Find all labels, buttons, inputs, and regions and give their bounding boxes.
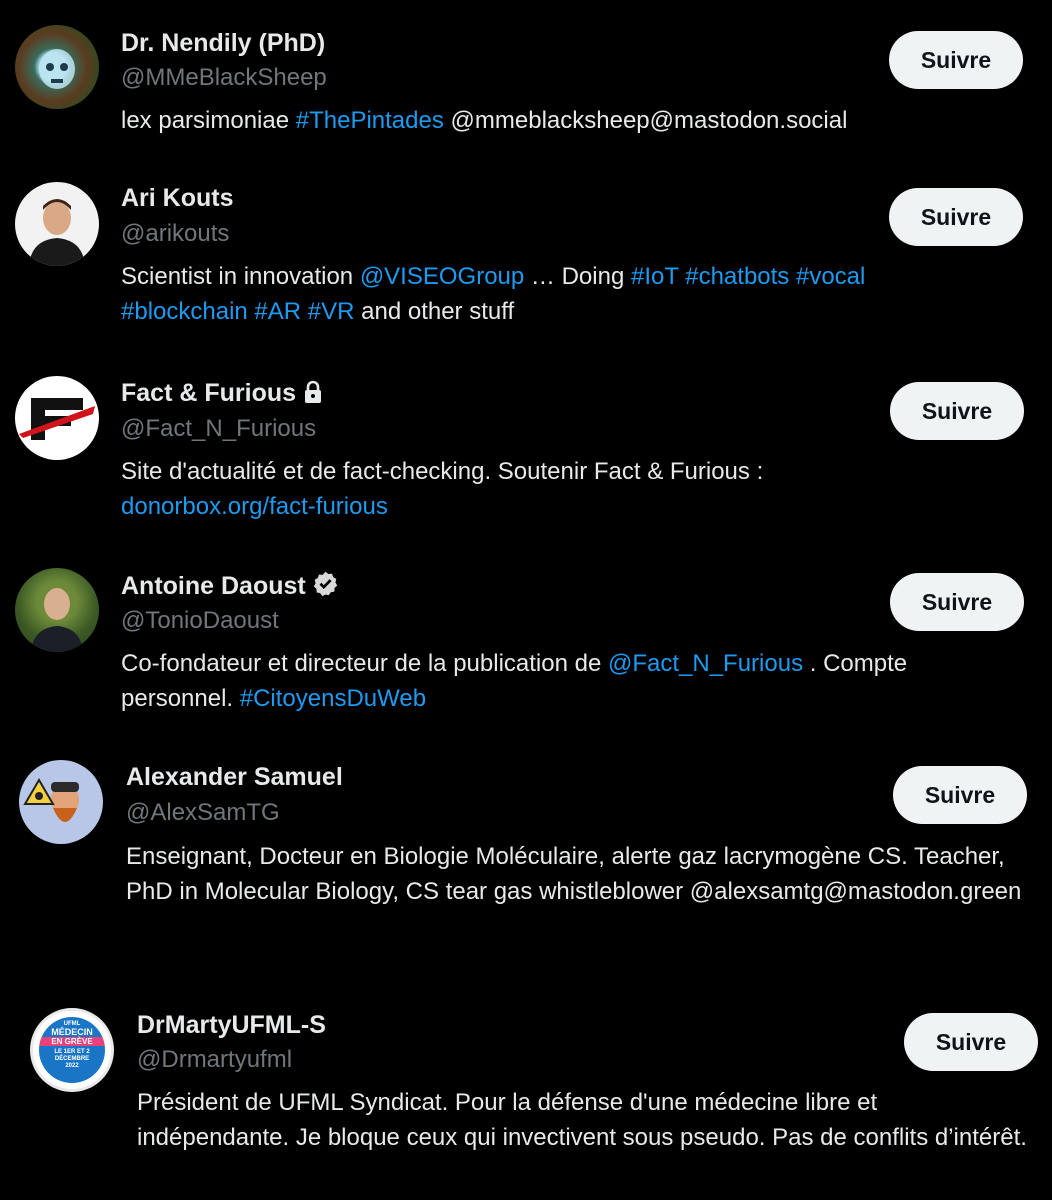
- avatar-badge-line1: MÉDECIN: [51, 1027, 93, 1037]
- display-name[interactable]: Ari Kouts: [121, 183, 234, 213]
- bio-link[interactable]: donorbox.org/fact-furious: [121, 493, 388, 520]
- avatar[interactable]: [15, 568, 99, 652]
- bio-text: Site d'actualité et de fact-checking. So…: [121, 458, 764, 485]
- display-name[interactable]: Antoine Daoust: [121, 572, 306, 600]
- account-row[interactable]: UFML MÉDECIN EN GRÈVE LE 1ER ET 2 DÉCEMB…: [0, 990, 1052, 1200]
- avatar-badge-line2: EN GRÈVE: [39, 1037, 105, 1046]
- bio-text: Co-fondateur et directeur de la publicat…: [121, 650, 608, 677]
- user-handle[interactable]: @AlexSamTG: [126, 798, 280, 828]
- display-name[interactable]: Dr. Nendily (PhD): [121, 28, 325, 58]
- user-handle[interactable]: @Fact_N_Furious: [121, 414, 316, 444]
- avatar-badge: UFML MÉDECIN EN GRÈVE LE 1ER ET 2 DÉCEMB…: [39, 1017, 105, 1083]
- account-row[interactable]: Alexander Samuel @AlexSamTG Enseignant, …: [0, 740, 1052, 980]
- follow-button[interactable]: Suivre: [890, 382, 1024, 440]
- user-bio: Co-fondateur et directeur de la publicat…: [121, 646, 1021, 716]
- user-bio: Site d'actualité et de fact-checking. So…: [121, 454, 881, 524]
- bio-text: and other stuff: [354, 298, 515, 325]
- user-handle[interactable]: @TonioDaoust: [121, 606, 279, 636]
- bio-text: Enseignant, Docteur en Biologie Molécula…: [126, 843, 1022, 905]
- verified-icon: [312, 570, 339, 604]
- user-bio: Scientist in innovation @VISEOGroup … Do…: [121, 259, 981, 329]
- display-name[interactable]: Fact & Furious: [121, 379, 296, 407]
- account-row[interactable]: Fact & Furious @Fact_N_Furious Site d'ac…: [0, 360, 1052, 550]
- fact-furious-logo-icon: [19, 398, 95, 440]
- avatar-skull-icon: [39, 49, 75, 89]
- bio-text: Scientist in innovation: [121, 263, 360, 290]
- avatar-person-icon: [29, 199, 85, 266]
- follow-button[interactable]: Suivre: [904, 1013, 1038, 1071]
- avatar[interactable]: [15, 182, 99, 266]
- avatar-cartoon-icon: [23, 778, 79, 822]
- bio-text: [301, 298, 308, 325]
- follow-button[interactable]: Suivre: [893, 766, 1027, 824]
- bio-link[interactable]: #chatbots: [685, 263, 789, 290]
- bio-link[interactable]: #CitoyensDuWeb: [240, 685, 426, 712]
- avatar[interactable]: [15, 25, 99, 109]
- account-row[interactable]: Ari Kouts @arikouts Scientist in innovat…: [0, 170, 1052, 360]
- user-handle[interactable]: @arikouts: [121, 219, 229, 249]
- display-name[interactable]: DrMartyUFML-S: [137, 1010, 326, 1040]
- bio-link[interactable]: @VISEOGroup: [360, 263, 524, 290]
- account-row[interactable]: Dr. Nendily (PhD) @MMeBlackSheep lex par…: [0, 0, 1052, 170]
- user-bio: Président de UFML Syndicat. Pour la défe…: [137, 1085, 1027, 1155]
- display-name-wrapper[interactable]: Fact & Furious: [121, 378, 324, 411]
- bio-link[interactable]: #vocal: [796, 263, 865, 290]
- follow-button[interactable]: Suivre: [889, 31, 1023, 89]
- bio-link[interactable]: #ThePintades: [296, 107, 444, 134]
- avatar[interactable]: UFML MÉDECIN EN GRÈVE LE 1ER ET 2 DÉCEMB…: [30, 1008, 114, 1092]
- avatar-person-icon: [31, 588, 83, 652]
- bio-link[interactable]: @Fact_N_Furious: [608, 650, 803, 677]
- follow-button[interactable]: Suivre: [889, 188, 1023, 246]
- user-bio: Enseignant, Docteur en Biologie Molécula…: [126, 839, 1026, 909]
- bio-text: lex parsimoniae: [121, 107, 296, 134]
- bio-link[interactable]: #blockchain: [121, 298, 248, 325]
- bio-text: … Doing: [524, 263, 631, 290]
- bio-text: Président de UFML Syndicat. Pour la défe…: [137, 1089, 1027, 1151]
- bio-link[interactable]: #VR: [308, 298, 355, 325]
- avatar-badge-line5: 2022: [65, 1063, 79, 1069]
- bio-link[interactable]: #IoT: [631, 263, 679, 290]
- lock-icon: [302, 380, 324, 411]
- bio-text: [789, 263, 796, 290]
- user-handle[interactable]: @MMeBlackSheep: [121, 63, 327, 93]
- display-name-wrapper[interactable]: Antoine Daoust: [121, 570, 339, 604]
- display-name[interactable]: Alexander Samuel: [126, 762, 343, 792]
- account-row[interactable]: Antoine Daoust @TonioDaoust Co-fondateur…: [0, 550, 1052, 740]
- follow-button[interactable]: Suivre: [890, 573, 1024, 631]
- user-handle[interactable]: @Drmartyufml: [137, 1045, 292, 1075]
- bio-link[interactable]: #AR: [254, 298, 301, 325]
- avatar[interactable]: [15, 376, 99, 460]
- avatar[interactable]: [19, 760, 103, 844]
- avatar-badge-line4: DÉCEMBRE: [54, 1056, 90, 1062]
- avatar-badge-line3: LE 1ER ET 2: [54, 1049, 90, 1055]
- user-bio: lex parsimoniae #ThePintades @mmeblacksh…: [121, 103, 1021, 138]
- bio-text: @mmeblacksheep@mastodon.social: [443, 107, 848, 134]
